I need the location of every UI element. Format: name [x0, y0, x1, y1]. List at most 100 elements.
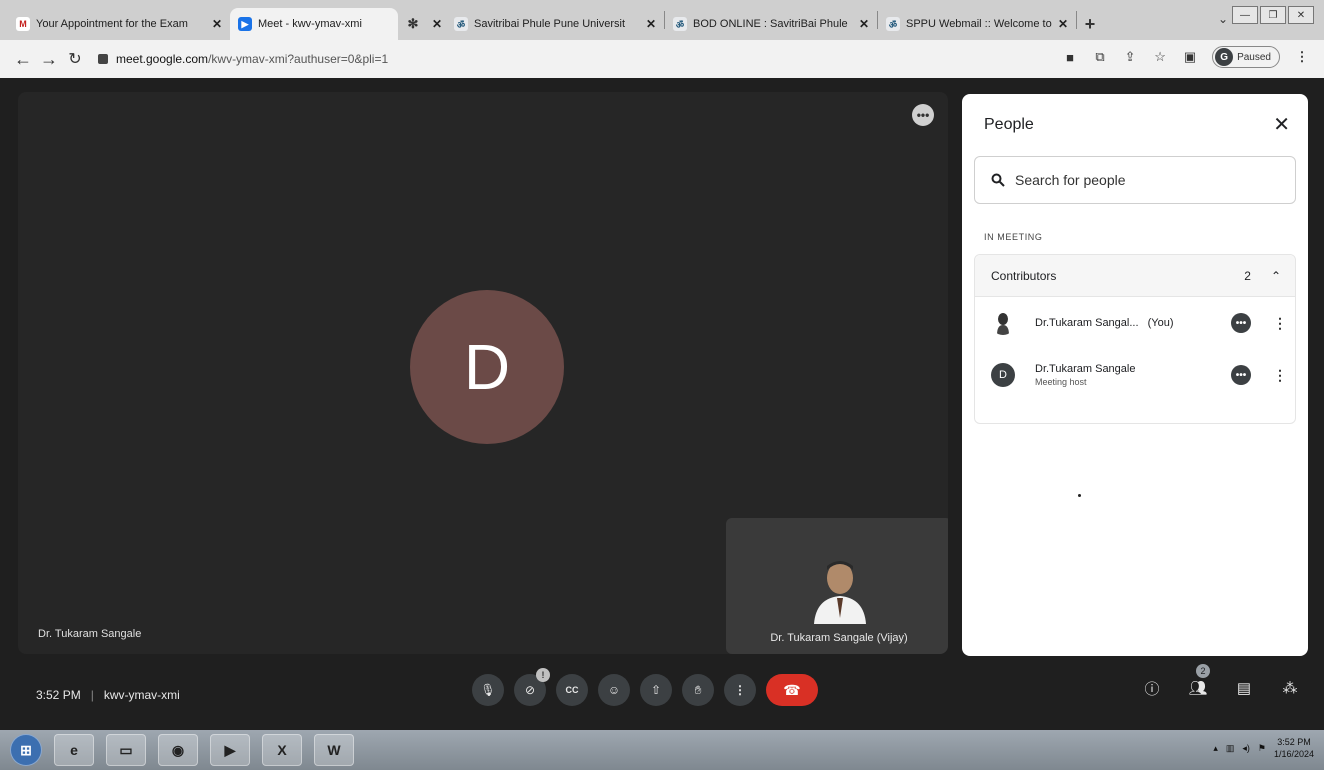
chevron-up-icon[interactable]: ⌃ [1271, 269, 1281, 283]
present-button[interactable]: ⇧ [640, 674, 672, 706]
camera-in-use-icon[interactable]: ■ [1062, 49, 1078, 65]
bookmark-star-icon[interactable]: ☆ [1152, 49, 1168, 65]
meeting-time: 3:52 PM [36, 688, 81, 702]
close-tab-icon[interactable]: ✕ [432, 17, 442, 31]
microphone-icon: 🎙︎ [480, 683, 496, 697]
tab-label: Meet - kwv-ymav-xmi [258, 18, 362, 30]
camera-warning-badge: ! [536, 668, 550, 682]
maximize-icon[interactable]: ❐ [1260, 6, 1286, 24]
tab-meet[interactable]: ▶ Meet - kwv-ymav-xmi [230, 8, 398, 40]
profile-avatar: G [1215, 48, 1234, 66]
meet-icon: ▶ [238, 17, 252, 31]
excel-icon: X [277, 742, 287, 758]
address-bar: ← → ↻ meet.google.com/kwv-ymav-xmi?authu… [0, 40, 1324, 78]
participant-avatar: D [410, 290, 564, 444]
taskbar-chrome[interactable]: ◉ [158, 734, 198, 766]
tab-search-chevron-icon[interactable]: ⌄ [1218, 12, 1228, 26]
end-call-button[interactable]: ☎︎ [766, 674, 818, 706]
share-icon[interactable]: ⇪ [1122, 49, 1138, 65]
close-tab-icon[interactable]: ✕ [859, 17, 869, 31]
chrome-icon: ◉ [171, 741, 185, 758]
taskbar-explorer[interactable]: ▭ [106, 734, 146, 766]
reload-icon[interactable]: ↻ [62, 49, 88, 69]
more-options-button[interactable]: ⋮ [724, 674, 756, 706]
captions-button[interactable]: CC [556, 674, 588, 706]
word-icon: W [327, 742, 341, 758]
people-search[interactable] [974, 156, 1296, 204]
you-label: (You) [1147, 317, 1174, 329]
tab-bod-online[interactable]: ॐ BOD ONLINE : SavitriBai Phule ✕ [665, 8, 877, 40]
meeting-control-bar: 3:52 PM | kwv-ymav-xmi 🎙︎ ⊘ ! CC ☺ ⇧ ✋︎ … [0, 660, 1324, 730]
emoji-button[interactable]: ☺ [598, 674, 630, 706]
people-count-badge: 2 [1196, 664, 1210, 678]
network-icon[interactable]: ▥ [1226, 743, 1235, 754]
camera-off-button[interactable]: ⊘ ! [514, 668, 550, 706]
os-taskbar: ⊞ e ▭ ◉ ▶ X W ▴ ▥ ◂) ⚑ 3:52 PM 1/16/2024 [0, 730, 1324, 770]
tile-options-icon[interactable]: ••• [912, 104, 934, 126]
self-video-person [814, 561, 866, 624]
browser-tab-strip: M Your Appointment for the Exam ✕ ▶ Meet… [0, 0, 1324, 40]
close-tab-icon[interactable]: ✕ [1058, 17, 1068, 31]
activities-button[interactable]: ⁂ [1278, 676, 1302, 700]
taskbar-word[interactable]: W [314, 734, 354, 766]
microphone-button[interactable]: 🎙︎ [472, 674, 504, 706]
gear-icon: ✻ [407, 16, 419, 31]
close-icon[interactable]: ✕ [1273, 112, 1290, 137]
tab-label: Savitribai Phule Pune Universit [474, 18, 626, 30]
forward-arrow-icon[interactable]: → [36, 49, 62, 70]
close-tab-icon[interactable]: ✕ [646, 17, 656, 31]
more-options-icon[interactable]: ••• [1231, 313, 1251, 333]
tab-label: Your Appointment for the Exam [36, 18, 188, 30]
search-input[interactable] [1015, 172, 1275, 188]
emoji-icon: ☺ [607, 683, 621, 697]
url-path: /kwv-ymav-xmi?authuser=0&pli=1 [208, 52, 389, 66]
taskbar-ie[interactable]: e [54, 734, 94, 766]
contributors-header[interactable]: Contributors 2 ⌃ [975, 255, 1295, 297]
self-video-tile[interactable]: Dr. Tukaram Sangale (Vijay) [726, 518, 948, 654]
main-video-tile[interactable]: D ••• Dr. Tukaram Sangale Dr. Tukaram Sa… [18, 92, 948, 654]
flag-icon[interactable]: ⚑ [1258, 743, 1266, 754]
tab-appointment[interactable]: M Your Appointment for the Exam ✕ [8, 8, 230, 40]
close-window-icon[interactable]: ✕ [1288, 6, 1314, 24]
captions-icon: CC [565, 685, 579, 695]
more-options-icon[interactable]: ••• [1231, 365, 1251, 385]
university-logo-icon: ॐ [454, 17, 468, 31]
taskbar-media[interactable]: ▶ [210, 734, 250, 766]
separator: | [90, 688, 94, 702]
new-tab-button[interactable]: + [1077, 8, 1103, 40]
raise-hand-button[interactable]: ✋︎ [682, 674, 714, 706]
start-button[interactable]: ⊞ [10, 734, 42, 766]
people-button[interactable]: 👥︎ 2 [1186, 664, 1210, 700]
profile-status: Paused [1237, 51, 1271, 63]
meeting-details-button[interactable]: ⓘ [1140, 676, 1164, 700]
participant-name: Dr.Tukaram Sangal... (You) [1035, 317, 1231, 329]
url-field[interactable]: meet.google.com/kwv-ymav-xmi?authuser=0&… [98, 52, 388, 66]
translate-icon[interactable]: ⧉ [1092, 49, 1108, 65]
participant-row: D Dr.Tukaram Sangale Meeting host ••• ⋮ [975, 349, 1295, 401]
meeting-code: kwv-ymav-xmi [103, 688, 180, 702]
tab-pinned[interactable]: ✻ ✕ [398, 8, 446, 40]
close-tab-icon[interactable]: ✕ [212, 17, 222, 31]
tab-sppu[interactable]: ॐ Savitribai Phule Pune Universit ✕ [446, 8, 664, 40]
phone-hangup-icon: ☎︎ [783, 681, 801, 698]
browser-menu-icon[interactable]: ⋮ [1294, 49, 1310, 65]
tray-arrow-icon[interactable]: ▴ [1213, 743, 1218, 754]
university-logo-icon: ॐ [886, 17, 900, 31]
minimize-icon[interactable]: — [1232, 6, 1258, 24]
back-arrow-icon[interactable]: ← [10, 49, 36, 70]
hand-icon: ✋︎ [694, 682, 702, 697]
kebab-menu-icon[interactable]: ⋮ [1273, 367, 1287, 384]
taskbar-excel[interactable]: X [262, 734, 302, 766]
group-label: Contributors [991, 268, 1057, 283]
volume-icon[interactable]: ◂) [1242, 743, 1250, 754]
participant-name: Dr.Tukaram Sangale [1035, 363, 1136, 375]
profile-button[interactable]: G Paused [1212, 46, 1280, 68]
kebab-menu-icon[interactable]: ⋮ [1273, 315, 1287, 332]
clock[interactable]: 3:52 PM 1/16/2024 [1274, 736, 1314, 760]
participant-photo [997, 313, 1009, 335]
tab-webmail[interactable]: ॐ SPPU Webmail :: Welcome to ✕ [878, 8, 1076, 40]
search-icon [991, 173, 1005, 187]
side-panel-icon[interactable]: ▣ [1182, 49, 1198, 65]
chat-icon: ▤ [1236, 680, 1252, 697]
chat-button[interactable]: ▤ [1232, 676, 1256, 700]
